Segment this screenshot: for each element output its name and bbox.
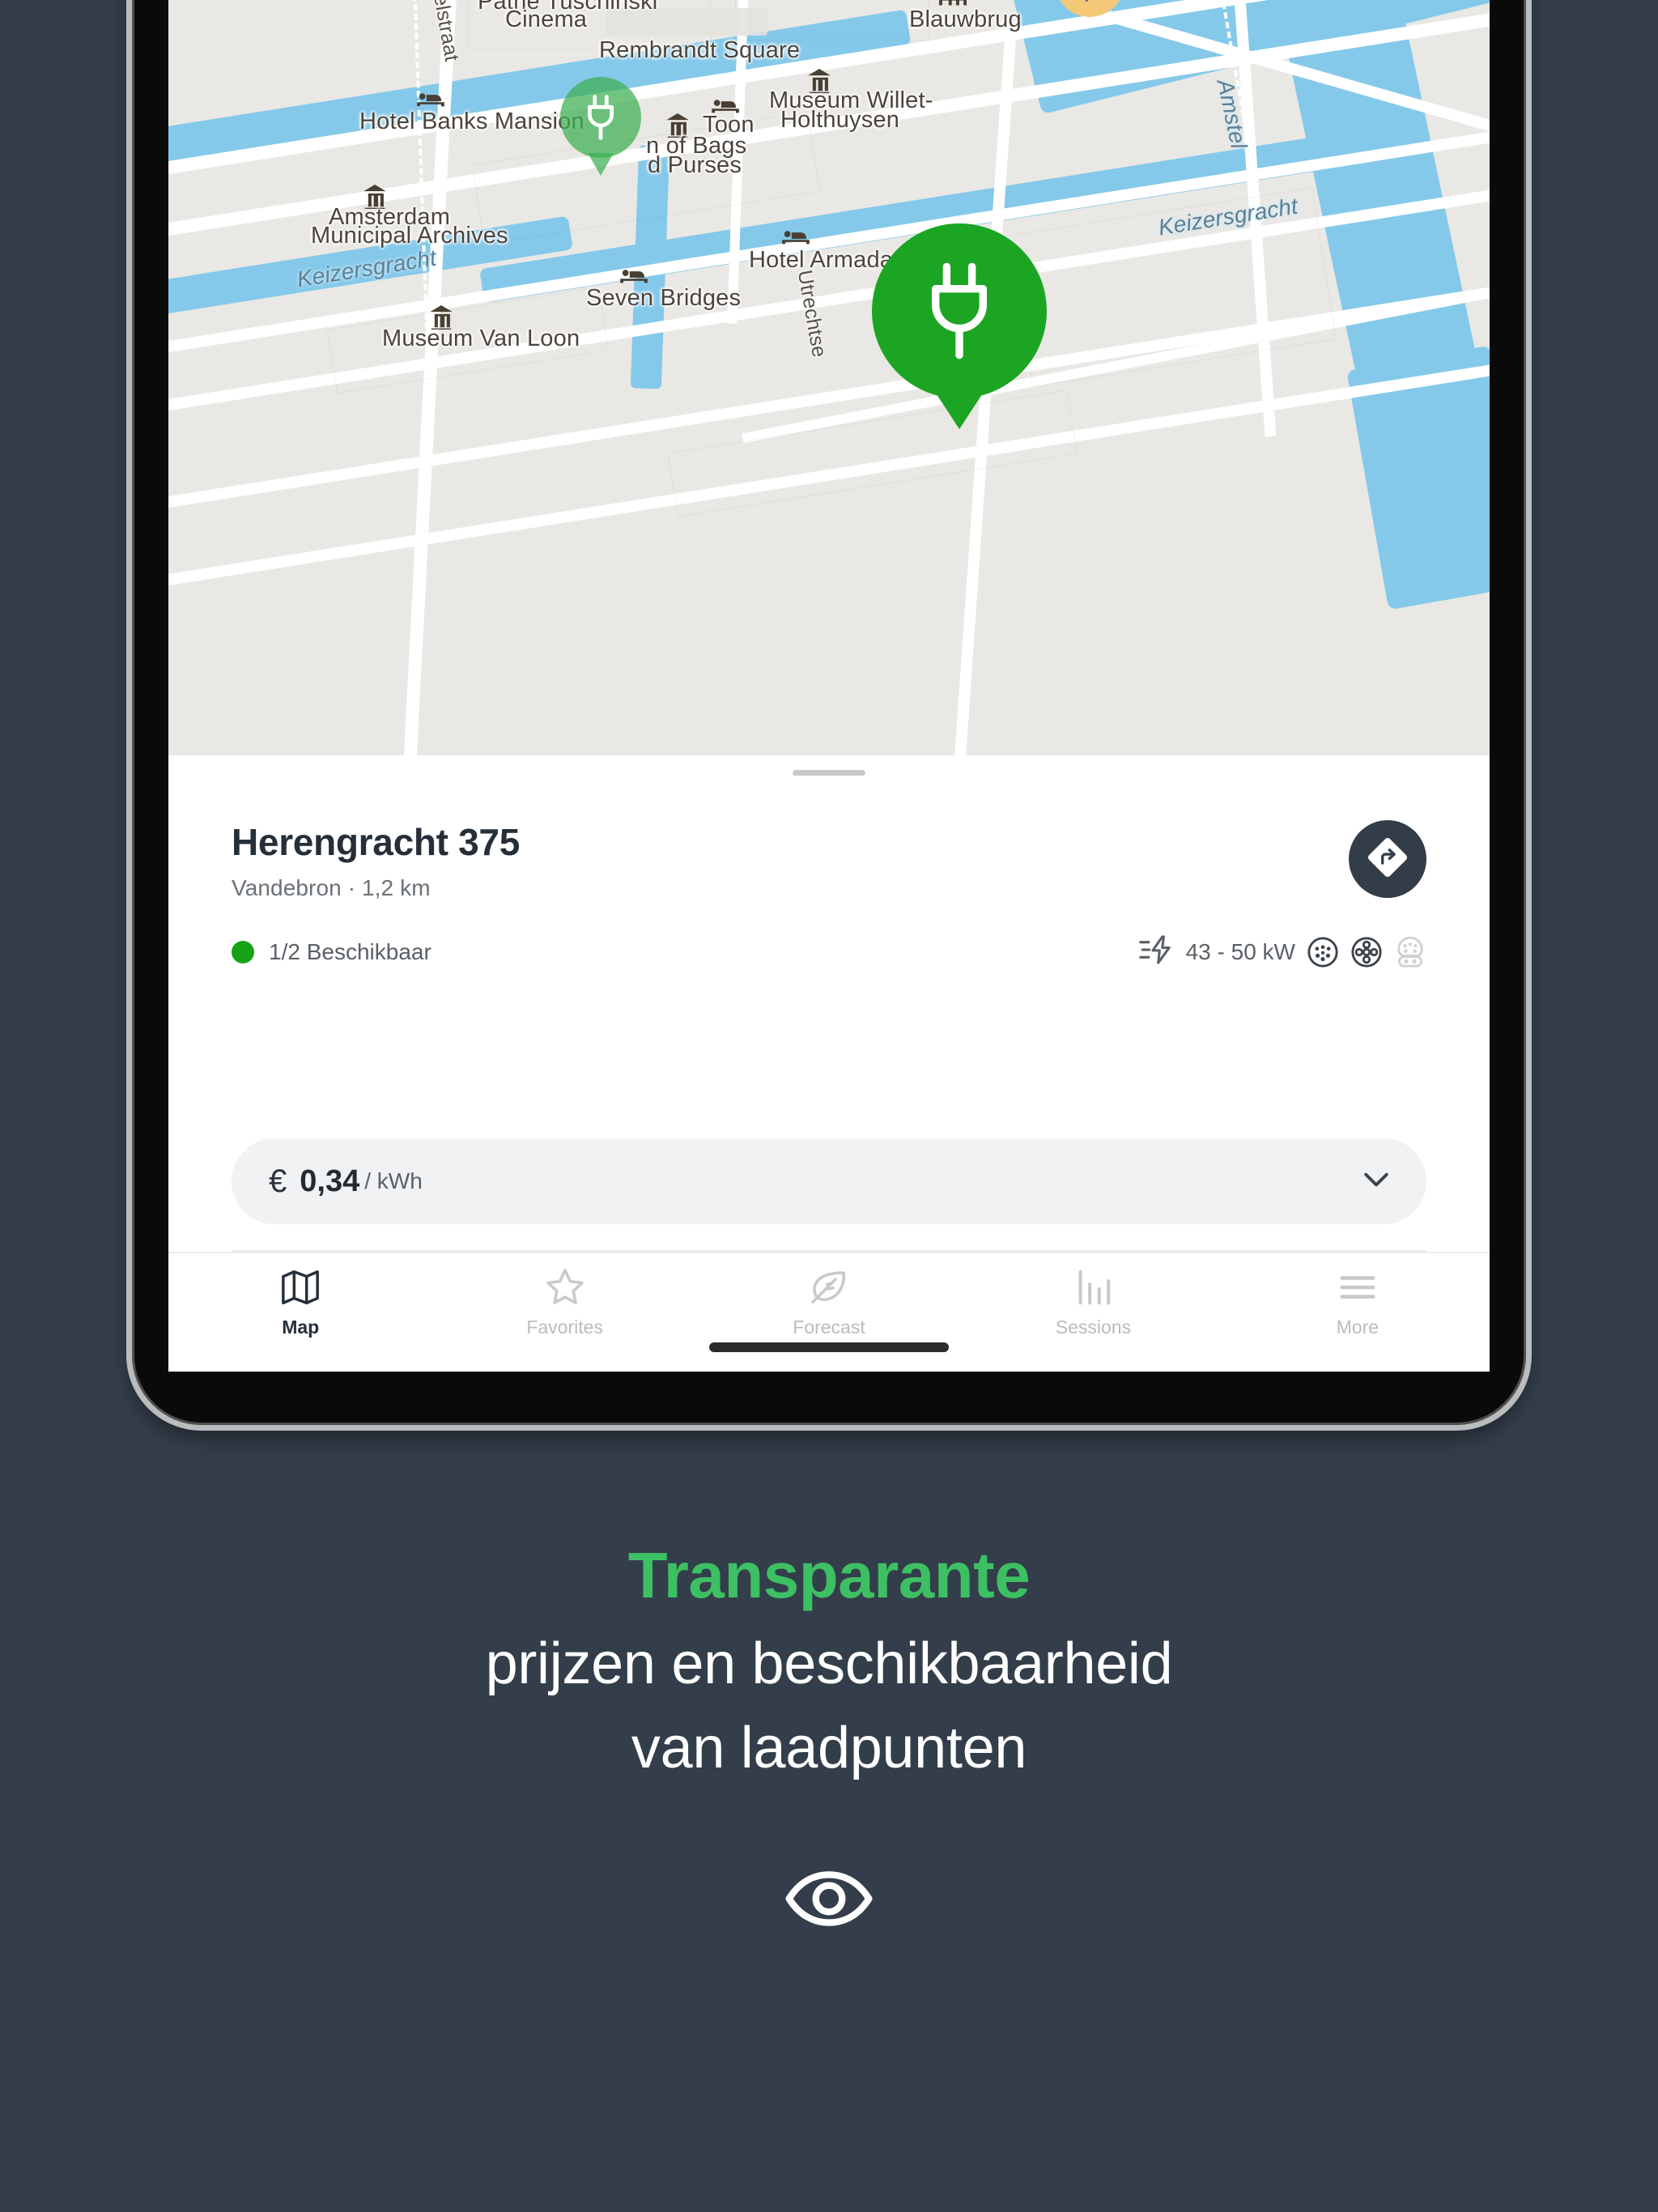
hamburger-icon (1337, 1266, 1378, 1308)
tab-label: Map (282, 1317, 320, 1338)
tab-more[interactable]: More (1226, 1266, 1490, 1338)
charger-detail-sheet: Herengracht 375 Vandebron · 1,2 km 1/2 B… (168, 755, 1490, 1372)
street-label-utrechtse: Utrechtse (793, 268, 831, 359)
tab-label: Favorites (526, 1317, 603, 1338)
headline-line-2: prijzen en beschikbaarheid (485, 1631, 1173, 1696)
price-row[interactable]: € 0,34 / kWh (232, 1138, 1426, 1224)
phone-device-frame: Amstel Amstel Keizersgracht Keizersgrach… (132, 0, 1526, 1425)
bottom-navigation: Map Favorites Forecast Sessions More (168, 1252, 1490, 1372)
hotel-poi-icon (782, 228, 810, 246)
status-badge (232, 940, 254, 963)
hotel-poi-icon (620, 267, 648, 285)
tab-label: Forecast (793, 1317, 865, 1338)
map-canvas[interactable]: Amstel Amstel Keizersgracht Keizersgrach… (168, 0, 1490, 755)
map-label: d Purses (648, 152, 742, 178)
street-label-vijzelstraat: Vijzelstraat (423, 0, 464, 64)
home-indicator[interactable] (709, 1342, 949, 1352)
map-label: Seven Bridges (586, 285, 742, 311)
chademo-connector-icon (1350, 936, 1383, 968)
navigate-icon (1365, 835, 1410, 884)
euro-symbol: € (269, 1163, 287, 1199)
map-label: Museum Van Loon (382, 325, 580, 351)
map-label: Rembrandt Square (599, 37, 801, 63)
power-icon (1138, 935, 1175, 968)
price-unit: / kWh (364, 1168, 423, 1193)
availability-row: 1/2 Beschikbaar 43 - 50 kW (232, 935, 1426, 968)
map-icon (280, 1266, 321, 1308)
charger-pin-fast[interactable] (1055, 0, 1124, 17)
tab-map[interactable]: Map (168, 1266, 432, 1338)
headline-line-3: van laadpunten (631, 1716, 1027, 1780)
map-label: Municipal Archives (311, 223, 508, 249)
charger-pin-available[interactable] (560, 77, 641, 176)
ccs-connector-icon (1394, 936, 1426, 968)
map-label: Blauwbrug (909, 6, 1022, 32)
page-title: Herengracht 375 (232, 821, 520, 863)
price-amount: 0,34 (300, 1163, 360, 1198)
sheet-drag-handle[interactable] (793, 770, 865, 776)
phone-screen: Amstel Amstel Keizersgracht Keizersgrach… (168, 0, 1490, 1372)
charger-pin-selected[interactable] (872, 223, 1047, 429)
marketing-block: Transparante prijzen en beschikbaarheid … (0, 1538, 1658, 1929)
bar-chart-icon (1073, 1266, 1113, 1308)
leaf-icon (808, 1266, 850, 1308)
tab-label: Sessions (1055, 1317, 1132, 1338)
power-label: 43 - 50 kW (1185, 938, 1295, 964)
map-label: Cinema (505, 6, 588, 32)
map-label: Holthuysen (780, 107, 900, 133)
navigate-button[interactable] (1349, 820, 1426, 898)
chevron-down-icon[interactable] (1363, 1172, 1389, 1192)
type2-connector-icon (1307, 936, 1339, 968)
headline-accent: Transparante (627, 1539, 1031, 1611)
hotel-poi-icon (417, 91, 444, 108)
tab-favorites[interactable]: Favorites (432, 1266, 696, 1338)
tab-sessions[interactable]: Sessions (961, 1266, 1225, 1338)
availability-label: 1/2 Beschikbaar (269, 938, 432, 964)
map-label: Hotel Banks Mansion (359, 108, 585, 134)
eye-icon (0, 1869, 1658, 1929)
charger-subtitle: Vandebron · 1,2 km (232, 875, 431, 900)
star-icon (544, 1266, 586, 1308)
tab-forecast[interactable]: Forecast (697, 1266, 961, 1338)
bridge-poi-icon (939, 0, 967, 6)
tab-label: More (1336, 1317, 1380, 1338)
charger-specs: 43 - 50 kW (1138, 935, 1426, 968)
